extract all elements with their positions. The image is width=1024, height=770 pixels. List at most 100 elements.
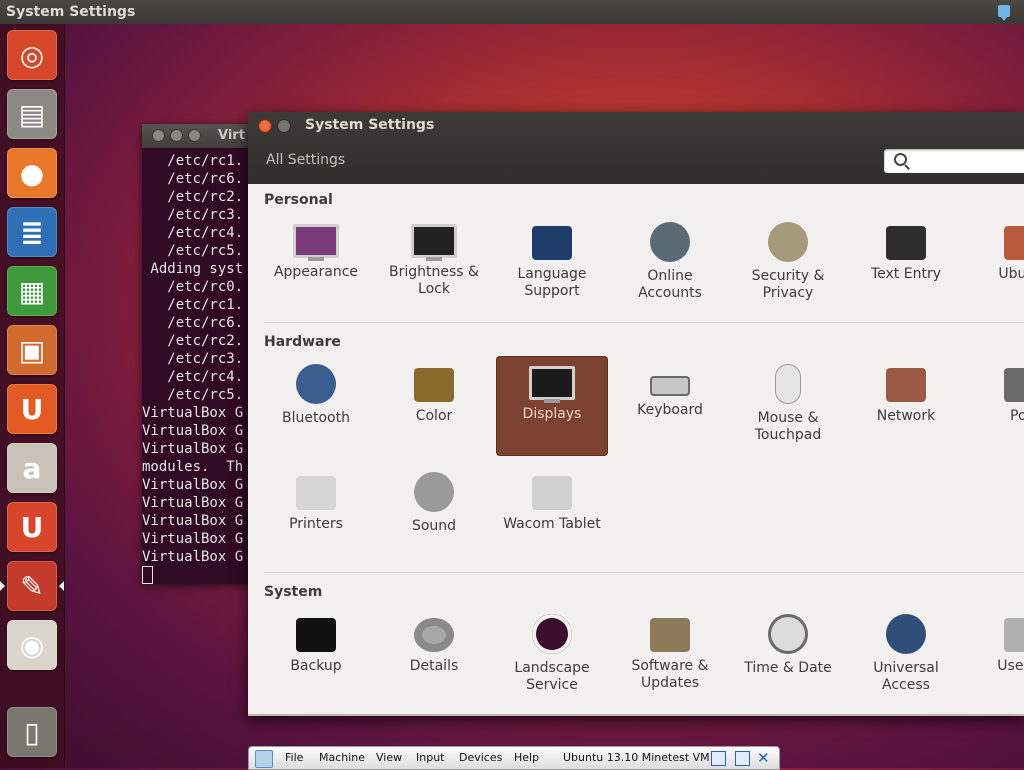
fullscreen-icon[interactable] — [735, 751, 750, 766]
vbox-menu-machine[interactable]: Machine — [319, 747, 365, 769]
settings-item-printer[interactable]: Printers — [260, 464, 372, 564]
settings-item-mouse[interactable]: Mouse & Touchpad — [732, 356, 844, 456]
language-icon — [532, 226, 572, 260]
terminal-line: VirtualBox G — [142, 549, 244, 565]
vbox-menu-view[interactable]: View — [376, 747, 402, 769]
terminal-line: /etc/rc2. — [142, 189, 244, 205]
launcher-impress[interactable]: ▣ — [7, 325, 57, 375]
launcher-dash-home[interactable]: ◎ — [7, 30, 57, 80]
terminal-line: /etc/rc1. — [142, 297, 244, 313]
settings-item-backup[interactable]: Backup — [260, 606, 372, 706]
vm-name: Ubuntu 13.10 Minetest VM — [563, 751, 710, 764]
settings-item-network[interactable]: Network — [850, 356, 962, 456]
search-input[interactable] — [884, 149, 1024, 173]
close-icon[interactable]: ✕ — [757, 747, 770, 769]
terminal-line: /etc/rc4. — [142, 369, 244, 385]
launcher-writer[interactable]: ≣ — [7, 207, 57, 257]
launcher-firefox[interactable]: ● — [7, 148, 57, 198]
software-updates-icon — [650, 618, 690, 652]
settings-grid: Personal Hardware System Appearance Brigh… — [248, 184, 1024, 714]
settings-item-keyboard[interactable]: Keyboard — [614, 356, 726, 456]
vbox-menu-devices[interactable]: Devices — [459, 747, 502, 769]
minimize-icon[interactable] — [170, 129, 183, 142]
settings-item-language[interactable]: Language Support — [496, 214, 608, 314]
text-entry-icon — [886, 226, 926, 260]
settings-item-clock[interactable]: Time & Date — [732, 606, 844, 706]
ubuntu-one-icon — [1004, 226, 1024, 260]
pin-icon[interactable] — [255, 750, 273, 768]
divider — [264, 322, 1024, 323]
launcher-system-settings[interactable]: ✎ — [7, 561, 57, 611]
running-indicator — [0, 581, 5, 591]
all-settings-button[interactable]: All Settings — [266, 152, 345, 168]
terminal-line: /etc/rc2. — [142, 333, 244, 349]
settings-item-lock[interactable]: Brightness & Lock — [378, 214, 490, 314]
settings-item-label-line2: Access — [882, 677, 930, 693]
close-icon[interactable] — [152, 129, 165, 142]
settings-item-displays[interactable]: Displays — [496, 356, 608, 456]
settings-item-label: Text Entry — [870, 266, 941, 282]
launcher-amazon[interactable]: a — [7, 443, 57, 493]
writer-icon: ≣ — [20, 215, 44, 249]
settings-item-landscape[interactable]: Landscape Service — [496, 606, 608, 706]
settings-item-label: Pow — [1010, 408, 1024, 424]
settings-item-color[interactable]: Color — [378, 356, 490, 456]
launcher-ubuntu-one-music[interactable]: U — [7, 502, 57, 552]
settings-item-user-accounts[interactable]: User Ac — [968, 606, 1024, 706]
close-icon[interactable] — [258, 119, 272, 133]
settings-item-accessibility[interactable]: Universal Access — [850, 606, 962, 706]
online-accounts-icon — [650, 222, 690, 262]
launcher-files[interactable]: ▤ — [7, 89, 57, 139]
settings-item-software-updates[interactable]: Software & Updates — [614, 606, 726, 706]
vbox-menu-help[interactable]: Help — [514, 747, 539, 769]
terminal-line: VirtualBox G — [142, 441, 244, 457]
window-title: System Settings — [305, 117, 435, 133]
settings-item-wacom[interactable]: Wacom Tablet — [496, 464, 608, 564]
settings-item-label: Printers — [289, 516, 343, 532]
terminal-window[interactable]: Virt /etc/rc1. /etc/rc6. /etc/rc2. /etc/… — [142, 124, 254, 584]
terminal-line: /etc/rc3. — [142, 351, 244, 367]
settings-item-appearance[interactable]: Appearance — [260, 214, 372, 314]
settings-item-label: Sound — [411, 518, 457, 534]
dash-home-icon: ◎ — [19, 38, 45, 72]
settings-item-label-line2: Lock — [418, 281, 450, 297]
settings-item-ubuntu-one[interactable]: Ubuntu — [968, 214, 1024, 314]
settings-item-label: Brightness & — [389, 264, 479, 280]
settings-item-sound[interactable]: Sound — [378, 464, 490, 564]
launcher-calc[interactable]: ▦ — [7, 266, 57, 316]
settings-item-label-line2: Support — [524, 283, 580, 299]
trash-icon: ▯ — [24, 715, 40, 749]
system-settings-window[interactable]: System Settings All Settings Personal Ha… — [248, 112, 1024, 716]
settings-item-gear[interactable]: Details — [378, 606, 490, 706]
vbox-menu-input[interactable]: Input — [416, 747, 444, 769]
settings-item-security[interactable]: Security & Privacy — [732, 214, 844, 314]
restore-icon[interactable] — [711, 751, 726, 766]
settings-item-online-accounts[interactable]: Online Accounts — [614, 214, 726, 314]
terminal-line: /etc/rc4. — [142, 225, 244, 241]
accessibility-icon — [886, 614, 926, 654]
terminal-line: VirtualBox G — [142, 405, 244, 421]
maximize-icon[interactable] — [188, 129, 201, 142]
settings-item-power[interactable]: Pow — [968, 356, 1024, 456]
displays-icon — [529, 366, 575, 403]
terminal-output[interactable]: /etc/rc1. /etc/rc6. /etc/rc2. /etc/rc3. … — [142, 148, 254, 584]
bluetooth-icon — [296, 364, 336, 404]
messaging-indicator-icon[interactable] — [998, 5, 1010, 21]
launcher-trash[interactable]: ▯ — [7, 707, 57, 757]
files-icon: ▤ — [18, 97, 46, 131]
ubuntu-software-icon: U — [20, 392, 44, 426]
terminal-titlebar[interactable]: Virt — [142, 124, 254, 148]
settings-item-text-entry[interactable]: Text Entry — [850, 214, 962, 314]
security-icon — [768, 222, 808, 262]
lock-icon — [411, 224, 457, 261]
settings-item-label: Displays — [522, 406, 582, 422]
minimize-icon[interactable] — [277, 119, 291, 133]
launcher-ubuntu-software[interactable]: U — [7, 384, 57, 434]
settings-item-label-line2: Service — [526, 677, 578, 693]
vbox-menu-file[interactable]: File — [285, 747, 303, 769]
launcher-dvd[interactable]: ◉ — [7, 620, 57, 670]
settings-item-bluetooth[interactable]: Bluetooth — [260, 356, 372, 456]
focused-indicator — [59, 581, 64, 591]
backup-icon — [296, 618, 336, 652]
terminal-title: Virt — [218, 128, 245, 143]
